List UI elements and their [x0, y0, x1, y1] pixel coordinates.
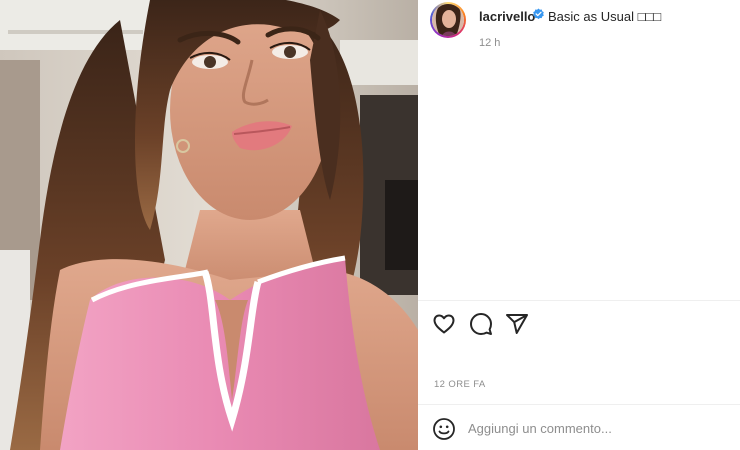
post-timestamp[interactable]: 12 ORE FA — [434, 379, 486, 390]
post-photo[interactable] — [0, 0, 418, 450]
post-header: lacrivello Basic as Usual □□□ 12 h — [418, 0, 740, 60]
caption-time[interactable]: 12 h — [479, 37, 500, 49]
heart-icon[interactable] — [432, 312, 456, 336]
post-side-panel: lacrivello Basic as Usual □□□ 12 h 12 OR… — [418, 0, 740, 450]
divider — [418, 300, 740, 301]
post-username[interactable]: lacrivello — [479, 9, 535, 24]
avatar-image — [432, 4, 464, 36]
emoji-icon[interactable] — [432, 417, 456, 441]
avatar[interactable] — [432, 4, 464, 36]
instagram-post: lacrivello Basic as Usual □□□ 12 h 12 OR… — [0, 0, 740, 450]
avatar-story-ring[interactable] — [430, 2, 466, 38]
verified-badge-icon — [533, 8, 544, 20]
selfie-image — [0, 0, 418, 450]
comment-bar — [418, 405, 740, 450]
post-caption: Basic as Usual □□□ — [548, 9, 662, 24]
share-icon[interactable] — [505, 312, 529, 336]
comment-icon[interactable] — [469, 312, 493, 336]
comment-input[interactable] — [468, 418, 718, 438]
